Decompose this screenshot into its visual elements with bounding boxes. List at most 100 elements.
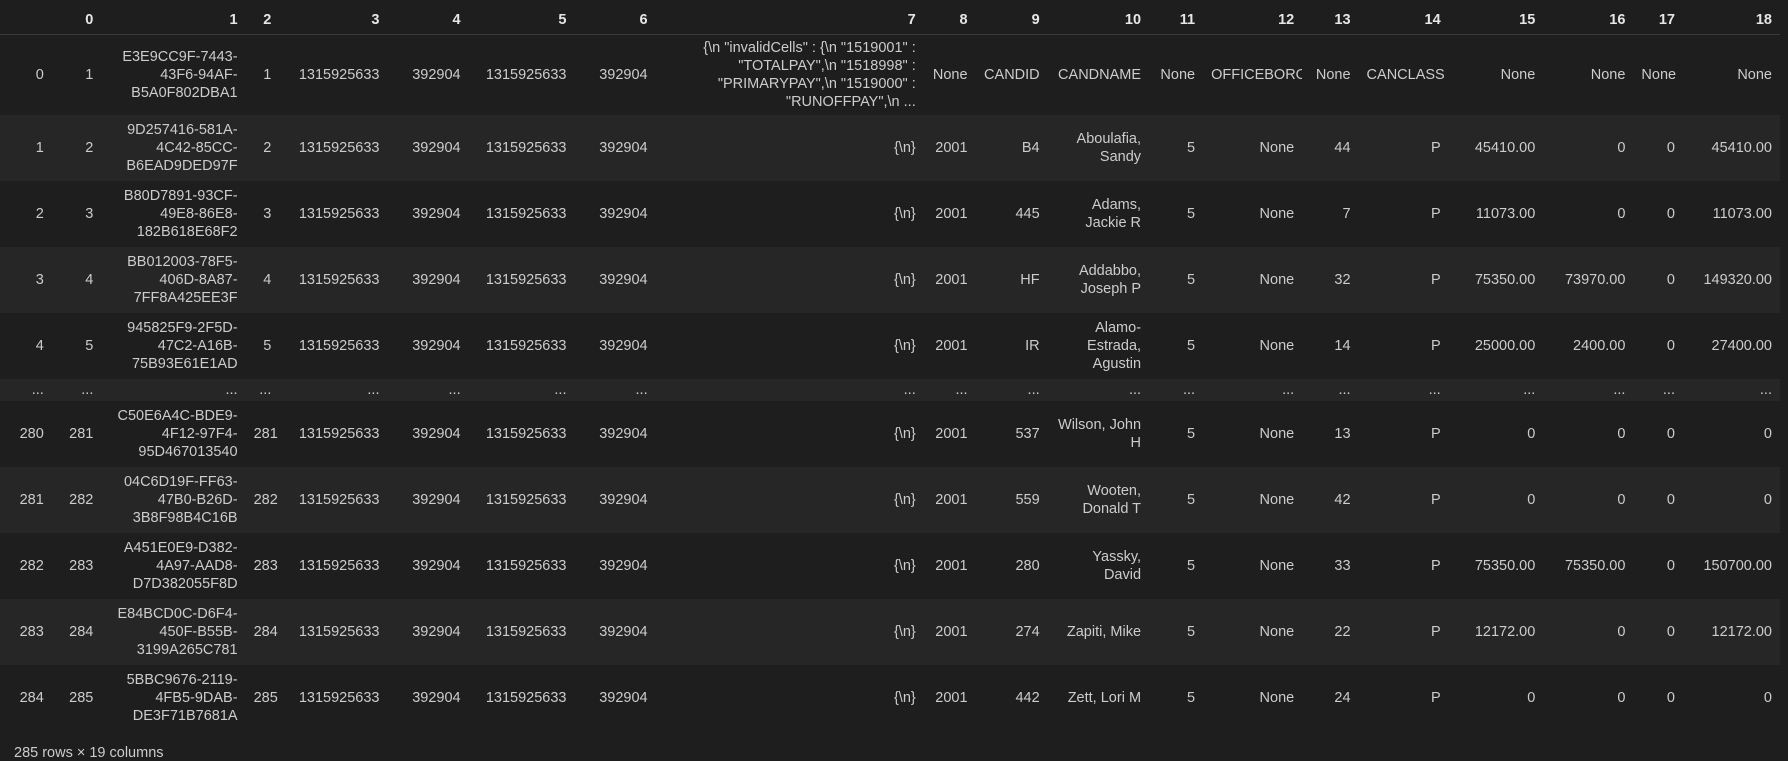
column-header-cell: 0 [51,6,102,35]
table-cell: 0 [1617,140,1626,156]
table-body: 0 1 E3E9CC9F-7443-43F6-94AF-B5A0F802DBA1 1 1… [0,34,1780,731]
table-cell: {\n} [893,558,916,574]
table-cell: ... [635,382,648,398]
table-cell: 9D257416-581A-4C42-85CC-B6EAD9DED97F [126,122,238,174]
table-row: 2 3 B80D7891-93CF-49E8-86E8-182B618E68F2 3 1… [0,181,1780,247]
header-row: 0 1 2 3 4 5 6 7 8 9 10 11 12 13 14 15 16 17 18 [0,6,1780,35]
table-row: 283 284 E84BCD0C-D6F4-450F-B55B-3199A265C7… [0,599,1780,665]
table-cell: ... [1128,382,1142,398]
column-header-cell: 2 [245,6,280,35]
table-cell: 2400.00 [1573,338,1626,354]
table-cell: {\n "invalidCells" : {\n "1519001" : "TO… [703,40,916,110]
table-cell: 12172.00 [1474,624,1536,640]
index-header-cell [0,6,52,35]
table-cell: ... [554,382,567,398]
table-cell: E84BCD0C-D6F4-450F-B55B-3199A265C781 [117,606,238,658]
table-cell: OFFICEBORO [1211,67,1303,83]
table-cell: 392904 [599,426,648,442]
table-cell: 0 [1763,426,1772,442]
table-cell: 281 [69,426,94,442]
table-cell: ... [225,382,238,398]
table-cell: 5 [1187,690,1196,706]
row-index-cell: 0 [35,67,44,83]
table-cell: 284 [253,624,278,640]
table-cell: 392904 [412,338,461,354]
dataframe-output: 0 1 2 3 4 5 6 7 8 9 10 11 12 13 14 15 16 17 18 0 1 E3E9CC9F-… [0,0,1788,761]
table-cell: P [1431,272,1441,288]
table-cell: ... [955,382,968,398]
column-header-cell: 7 [655,6,924,35]
table-cell: ... [1027,382,1040,398]
table-cell: 392904 [599,690,648,706]
table-cell: 45410.00 [1711,140,1772,156]
table-cell: {\n} [893,690,916,706]
table-row: 282 283 A451E0E9-D382-4A97-AAD8-D7D382055F… [0,533,1780,599]
table-cell: P [1431,206,1441,222]
column-header-cell: 17 [1633,6,1683,35]
table-cell: 392904 [412,558,461,574]
column-header-cell: 16 [1543,6,1634,35]
table-cell: 0 [1666,624,1675,640]
table-cell: Wilson, John H [1058,417,1142,451]
table-cell: None [1315,67,1351,83]
table-cell: 1315925633 [298,558,380,574]
table-cell: IR [1025,338,1040,354]
table-cell: HF [1020,272,1040,288]
table-cell: 2001 [935,338,968,354]
table-cell: 282 [69,492,94,508]
table-cell: 0 [1666,338,1675,354]
row-index-cell: 280 [19,426,44,442]
table-cell: 0 [1666,206,1675,222]
table-cell: {\n} [893,272,916,288]
dataframe-table: 0 1 2 3 4 5 6 7 8 9 10 11 12 13 14 15 16 17 18 0 1 E3E9CC9F-… [0,6,1780,731]
table-cell: 5 [1187,426,1196,442]
table-cell: Aboulafia, Sandy [1076,131,1142,165]
column-header-cell: 6 [574,6,656,35]
table-cell: None [1259,140,1295,156]
table-cell: 1315925633 [298,338,380,354]
table-cell: {\n} [893,140,916,156]
row-index-cell: 2 [35,206,44,222]
table-cell: ... [1183,382,1196,398]
table-cell: 0 [1666,140,1675,156]
table-cell: 1315925633 [485,426,567,442]
table-cell: None [1259,206,1295,222]
table-cell: 392904 [412,624,461,640]
table-cell: 73970.00 [1564,272,1626,288]
table-cell: 1315925633 [485,624,567,640]
table-cell: B80D7891-93CF-49E8-86E8-182B618E68F2 [123,188,238,240]
table-cell: 392904 [599,492,648,508]
table-cell: 445 [1015,206,1040,222]
table-cell: None [1641,67,1677,83]
table-cell: 33 [1334,558,1351,574]
table-cell: 42 [1334,492,1351,508]
column-header-cell: 4 [387,6,469,35]
table-cell: None [1259,338,1295,354]
column-header-cell: 14 [1358,6,1449,35]
table-cell: 0 [1666,690,1675,706]
table-cell: 22 [1334,624,1351,640]
table-cell: 5 [1187,624,1196,640]
table-cell: 5 [1187,272,1196,288]
table-cell: None [1259,558,1295,574]
table-cell: 1315925633 [298,206,380,222]
table-cell: 75350.00 [1474,558,1536,574]
table-cell: 1 [85,67,94,83]
table-cell: 1315925633 [298,426,380,442]
table-cell: 5 [1187,140,1196,156]
table-cell: B4 [1021,140,1040,156]
table-cell: 945825F9-2F5D-47C2-A16B-75B93E61E1AD [127,320,238,372]
table-cell: 5 [263,338,272,354]
column-header-cell: 10 [1047,6,1150,35]
table-cell: 4 [263,272,272,288]
table-cell: 392904 [412,206,461,222]
table-cell: 7 [1342,206,1351,222]
table-cell: 0 [1617,206,1626,222]
table-cell: 1315925633 [298,272,380,288]
table-cell: P [1431,140,1441,156]
table-row: 284 285 5BBC9676-2119-4FB5-9DAB-DE3F71B768… [0,665,1780,731]
table-cell: ... [903,382,916,398]
table-cell: 3 [263,206,272,222]
table-cell: {\n} [893,338,916,354]
table-row: 4 5 945825F9-2F5D-47C2-A16B-75B93E61E1AD 5 1… [0,313,1780,379]
